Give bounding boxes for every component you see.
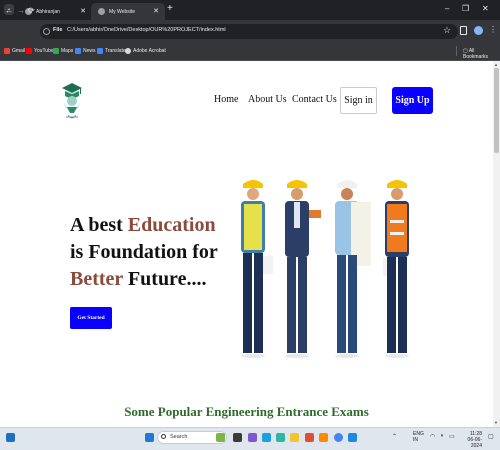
site-logo[interactable] [58,77,86,125]
bookmark-maps[interactable]: Maps [53,48,73,54]
search-highlight-icon [216,433,225,442]
tab-my-website[interactable]: My Website ✕ [91,3,165,20]
app-icon[interactable] [276,433,285,442]
teams-icon[interactable] [248,433,257,442]
nav-home[interactable]: Home [214,94,238,105]
engineers-illustration [241,180,409,358]
minimize-button[interactable]: – [445,4,449,13]
firefox-icon[interactable] [319,433,328,442]
close-window-button[interactable]: ✕ [482,4,489,13]
bookmark-star-icon[interactable]: ☆ [443,25,451,36]
reload-button[interactable]: ⟳ [28,6,35,15]
bookmarks-divider [456,46,457,56]
widgets-icon[interactable] [6,433,15,442]
hero-highlight-education: Education [127,214,216,236]
clock[interactable]: 11:28 06-06-2024 [460,431,482,449]
file-explorer-icon[interactable] [290,433,299,442]
hero-heading: A best Education is Foundation for Bette… [70,212,218,293]
youtube-icon [26,48,32,54]
extensions-icon[interactable] [460,26,467,35]
close-tab-icon[interactable]: ✕ [153,7,159,15]
hero-text: A best [70,214,128,236]
chrome-icon[interactable] [334,433,343,442]
hero-text: is Foundation for [70,241,218,263]
app-icon[interactable] [305,433,314,442]
nav-contact-us[interactable]: Contact Us [292,94,337,105]
all-bookmarks-button[interactable]: ▢ All Bookmarks [463,48,500,60]
restore-button[interactable]: ❐ [462,4,469,13]
get-started-button[interactable]: Get Started [70,307,112,329]
url-text[interactable]: C:/Users/abhir/OneDrive/Desktop/OUR%20PR… [67,27,226,33]
bookmark-youtube[interactable]: YouTube [26,48,54,54]
new-tab-button[interactable]: + [167,3,173,14]
browser-menu-icon[interactable]: ⋮ [489,25,497,34]
bookmark-news[interactable]: News [75,48,96,54]
nav-about-us[interactable]: About Us [248,94,287,105]
sign-up-button[interactable]: Sign Up [392,87,433,114]
maps-icon [53,48,59,54]
search-placeholder: Search [170,434,188,440]
tab-title: Abhiranjan [36,8,60,15]
task-view-icon[interactable] [233,433,242,442]
file-scheme-label: File [53,27,63,33]
sign-in-button[interactable]: Sign in [340,87,377,114]
globe-icon [98,8,105,15]
scroll-up-arrow-icon[interactable]: ▲ [494,62,498,67]
acrobat-icon [125,48,131,54]
site-info-icon[interactable] [43,28,50,35]
windows-start-icon[interactable] [145,433,154,442]
scrollbar-thumb[interactable] [494,68,499,153]
bookmark-translate[interactable]: Translate [97,48,126,54]
hero-highlight-better: Better [70,268,123,290]
hero-text: Future.... [122,268,207,290]
translate-icon [97,48,103,54]
back-button[interactable]: ← [5,6,13,15]
bookmark-adobe-acrobat[interactable]: Adobe Acrobat [125,48,166,54]
bookmark-gmail[interactable]: Gmail [4,48,25,54]
news-icon [75,48,81,54]
search-icon [161,434,166,439]
notification-icon[interactable]: ▢ [488,433,494,440]
wifi-icon[interactable]: ◠ [430,433,435,440]
battery-icon[interactable]: ▭ [449,433,455,440]
profile-avatar[interactable] [474,26,483,35]
section-title: Some Popular Engineering Entrance Exams [124,404,369,419]
volume-icon[interactable]: ◖ [440,433,444,439]
forward-button[interactable]: → [17,6,25,15]
close-tab-icon[interactable]: ✕ [80,7,86,15]
tab-title: My Website [109,8,136,15]
vscode-icon[interactable] [348,433,357,442]
scroll-down-arrow-icon[interactable]: ▼ [494,420,498,425]
edge-icon[interactable] [262,433,271,442]
language-indicator[interactable]: ENG IN [413,431,424,443]
gmail-icon [4,48,10,54]
chevron-up-icon[interactable]: ⌃ [392,433,397,440]
